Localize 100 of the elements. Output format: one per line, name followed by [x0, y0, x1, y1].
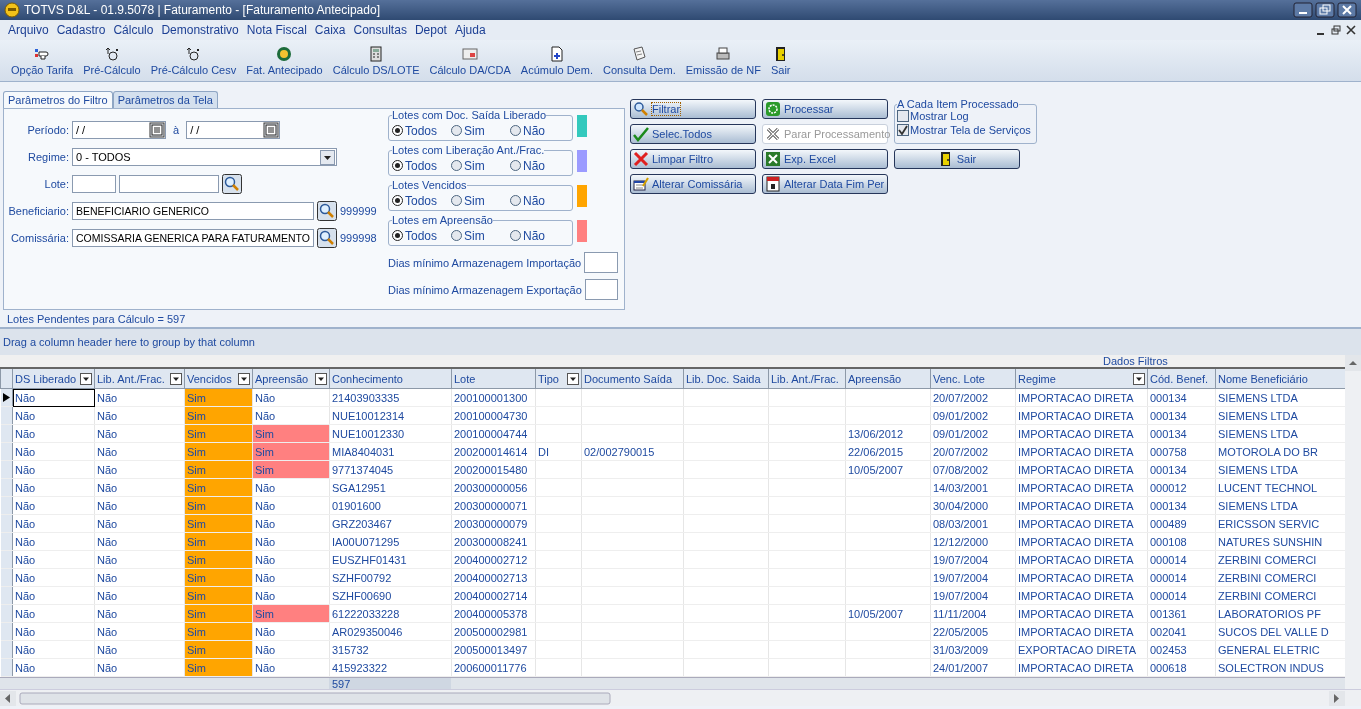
column-header[interactable]: Conhecimento [329, 368, 452, 389]
menu-item[interactable]: Demonstrativo [157, 23, 243, 37]
column-header[interactable]: Nome Beneficiário [1215, 368, 1346, 389]
toolbar-button[interactable]: Fat. Antecipado [241, 45, 328, 76]
input-field[interactable] [584, 279, 618, 300]
button[interactable]: Processar [762, 99, 888, 119]
radio-button[interactable] [392, 195, 403, 206]
button[interactable]: Sair [894, 149, 1020, 169]
toolbar-button[interactable]: Sair [765, 45, 796, 76]
date-field[interactable]: / / [186, 121, 281, 139]
menu-item[interactable]: Cálculo [109, 23, 158, 37]
menu-item[interactable]: Arquivo [4, 23, 53, 37]
table-cell: Não [252, 586, 330, 605]
input-field[interactable]: BENEFICIARIO GENERICO [72, 202, 314, 220]
radio-button[interactable] [510, 160, 521, 171]
table-cell: 315732 [329, 640, 452, 659]
toolbar-button[interactable]: Pré-Cálculo Cesv [145, 45, 242, 76]
date-field[interactable]: / / [72, 121, 166, 139]
radio-button[interactable] [510, 195, 521, 206]
toolbar-button[interactable]: Consulta Dem. [597, 45, 681, 76]
button[interactable]: Alterar Comissária [630, 174, 756, 194]
column-header[interactable]: Lote [451, 368, 536, 389]
column-header[interactable]: DS Liberado [12, 368, 95, 389]
input-field[interactable] [119, 175, 219, 193]
radio-button[interactable] [451, 230, 462, 241]
radio-button[interactable] [510, 230, 521, 241]
menu-item[interactable]: Nota Fiscal [242, 23, 311, 37]
radio-button[interactable] [451, 160, 462, 171]
search-icon[interactable] [317, 228, 337, 248]
column-header[interactable]: Lib. Ant./Frac. [94, 368, 185, 389]
table-cell: 002453 [1147, 640, 1216, 659]
input-field[interactable] [584, 252, 618, 273]
radio-option[interactable]: Não [510, 158, 569, 173]
minimize-icon[interactable] [1293, 2, 1313, 18]
toolbar-button[interactable]: Pré-Cálculo [78, 45, 146, 76]
button[interactable]: Exp. Excel [762, 149, 888, 169]
button[interactable]: Filtrar [630, 99, 756, 119]
menu-item[interactable]: Ajuda [450, 23, 490, 37]
toolbar-button[interactable]: Opção Tarifa [6, 45, 79, 76]
menu-item[interactable]: Consultas [349, 23, 411, 37]
table-cell: Não [12, 388, 95, 407]
tab[interactable]: Parâmetros da Tela [112, 91, 218, 108]
column-header[interactable]: Apreensão [845, 368, 931, 389]
radio-option[interactable]: Todos [392, 228, 451, 243]
toolbar-button[interactable]: Cálculo DS/LOTE [327, 45, 425, 76]
table-cell: IMPORTACAO DIRETA [1015, 532, 1148, 551]
close-icon[interactable] [1345, 24, 1357, 36]
radio-option[interactable]: Todos [392, 123, 451, 138]
dropdown-field[interactable]: 0 - TODOS [72, 148, 337, 166]
radio-button[interactable] [451, 125, 462, 136]
restore-icon[interactable] [1330, 24, 1342, 36]
radio-option[interactable]: Todos [392, 158, 451, 173]
radio-option[interactable]: Sim [451, 228, 510, 243]
radio-button[interactable] [392, 125, 403, 136]
table-cell: 200100004744 [451, 424, 536, 443]
radio-option[interactable]: Todos [392, 193, 451, 208]
column-header[interactable]: Regime [1015, 368, 1148, 389]
search-icon[interactable] [317, 201, 337, 221]
menu-item[interactable]: Depot [410, 23, 451, 37]
search-icon[interactable] [222, 174, 242, 194]
radio-button[interactable] [392, 160, 403, 171]
radio-option[interactable]: Não [510, 193, 569, 208]
tab[interactable]: Parâmetros do Filtro [3, 91, 113, 108]
toolbar-button[interactable]: Acúmulo Dem. [515, 45, 598, 76]
table-cell: 14/03/2001 [930, 478, 1016, 497]
radio-button[interactable] [451, 195, 462, 206]
column-header[interactable]: Cód. Benef. [1147, 368, 1216, 389]
menu-item[interactable]: Caixa [310, 23, 350, 37]
button[interactable]: Selec.Todos [630, 124, 756, 144]
calendar-icon[interactable] [149, 122, 165, 138]
table-cell: 200400002712 [451, 550, 536, 569]
radio-button[interactable] [392, 230, 403, 241]
calendar-icon[interactable] [263, 122, 280, 138]
radio-option[interactable]: Não [510, 228, 569, 243]
input-field[interactable]: COMISSARIA GENERICA PARA FATURAMENTO [72, 229, 314, 247]
radio-button[interactable] [510, 125, 521, 136]
column-header[interactable]: Vencidos [184, 368, 253, 389]
checkbox[interactable]: Mostrar Log [897, 110, 1034, 122]
toolbar-button[interactable]: Emissão de NF [680, 45, 766, 76]
button[interactable]: Alterar Data Fim Per [762, 174, 888, 194]
column-header[interactable]: Venc. Lote [930, 368, 1016, 389]
input-field[interactable] [72, 175, 116, 193]
field-label: Comissária: [9, 232, 69, 244]
button[interactable]: Limpar Filtro [630, 149, 756, 169]
radio-option[interactable]: Não [510, 123, 569, 138]
radio-option[interactable]: Sim [451, 158, 510, 173]
restore-icon[interactable] [1315, 2, 1335, 18]
close-icon[interactable] [1337, 2, 1357, 18]
column-header[interactable]: Documento Saída [581, 368, 684, 389]
toolbar-button[interactable]: Cálculo DA/CDA [424, 45, 516, 76]
column-header[interactable]: Lib. Doc. Saida [683, 368, 769, 389]
menu-item[interactable]: Cadastro [52, 23, 110, 37]
column-header[interactable]: Tipo [535, 368, 582, 389]
column-header[interactable]: Apreensão [252, 368, 330, 389]
checkbox[interactable]: Mostrar Tela de Serviços [897, 124, 1034, 136]
radio-option[interactable]: Sim [451, 123, 510, 138]
separator-label: à [172, 124, 181, 136]
code-label: 999998 [340, 232, 377, 244]
column-header[interactable]: Lib. Ant./Frac. [768, 368, 846, 389]
radio-option[interactable]: Sim [451, 193, 510, 208]
